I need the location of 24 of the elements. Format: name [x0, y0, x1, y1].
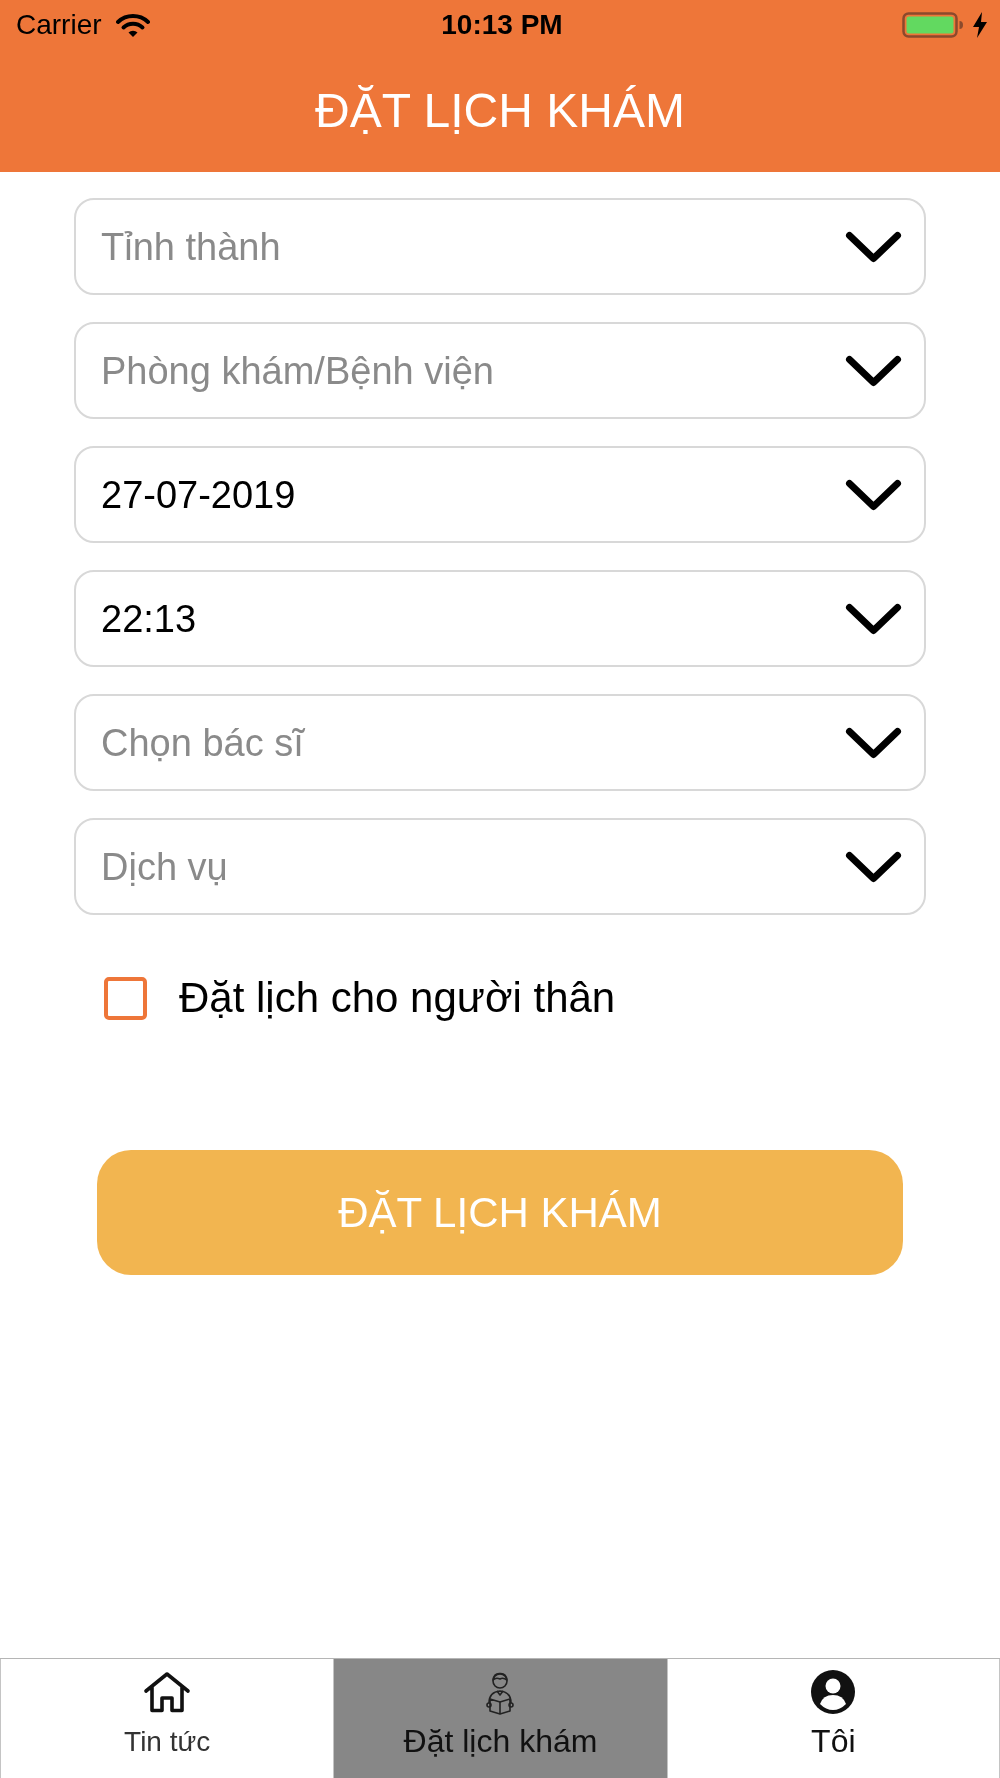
carrier-name: Carrier	[16, 9, 102, 41]
dropdown-field[interactable]: 22:13	[74, 570, 926, 667]
profile-icon	[811, 1670, 856, 1714]
home-icon	[143, 1671, 192, 1713]
dropdown-field[interactable]: Chọn bác sĩ	[74, 694, 926, 791]
chevron-down-icon	[845, 726, 902, 759]
dropdown-field[interactable]: Tỉnh thành	[74, 198, 926, 295]
chevron-down-icon	[845, 478, 902, 511]
chevron-down-icon	[845, 354, 902, 387]
dropdown-field[interactable]: Phòng khám/Bệnh viện	[74, 322, 926, 419]
charging-bolt-icon	[972, 12, 988, 38]
tab-bar-item[interactable]: Tôi	[666, 1659, 1000, 1778]
checkbox-label: Đặt lịch cho người thân	[179, 973, 616, 1023]
dropdown-field[interactable]: Dịch vụ	[74, 818, 926, 915]
battery-icon	[902, 12, 964, 38]
chevron-down-icon	[845, 230, 902, 263]
chevron-down-icon	[845, 850, 902, 883]
wifi-icon	[115, 12, 150, 38]
tab-bar-item[interactable]: Đặt lịch khám	[333, 1659, 667, 1778]
chevron-down-icon	[845, 602, 902, 635]
checkbox[interactable]	[104, 976, 147, 1020]
status-time: 10:13 PM	[441, 9, 563, 40]
dropdown-field[interactable]: 27-07-2019	[74, 446, 926, 543]
screen-title: ĐẶT LỊCH KHÁM	[315, 83, 685, 139]
